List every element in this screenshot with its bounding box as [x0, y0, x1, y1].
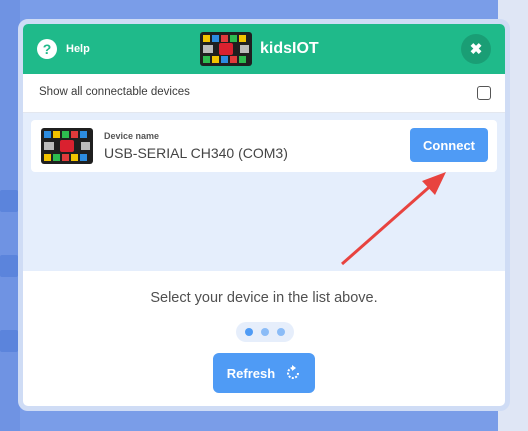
modal-title-group: kidsIOT	[200, 32, 319, 66]
show-all-devices-checkbox[interactable]	[477, 86, 491, 100]
connection-modal: ? Help kidsIOT ✖ Show all connectable de…	[18, 19, 510, 411]
instruction-text: Select your device in the list above.	[150, 290, 378, 306]
device-list: Device name USB-SERIAL CH340 (COM3) Conn…	[23, 113, 505, 271]
close-button[interactable]: ✖	[461, 34, 491, 64]
device-filter-bar: Show all connectable devices	[23, 74, 505, 113]
device-board-icon	[41, 128, 93, 164]
connect-button[interactable]: Connect	[410, 128, 488, 162]
help-icon: ?	[37, 39, 57, 59]
device-name-label: Device name	[104, 131, 160, 141]
progress-dot	[261, 328, 269, 336]
refresh-label: Refresh	[226, 365, 276, 381]
refresh-icon	[287, 365, 300, 379]
kidsiot-board-icon	[200, 32, 252, 66]
refresh-button[interactable]: Refresh	[213, 353, 315, 393]
device-list-item: Device name USB-SERIAL CH340 (COM3) Conn…	[31, 120, 497, 172]
background-block	[0, 330, 18, 352]
help-label: Help	[66, 43, 90, 55]
modal-title: kidsIOT	[260, 40, 319, 57]
device-name: USB-SERIAL CH340 (COM3)	[104, 145, 288, 161]
modal-header: ? Help kidsIOT ✖	[23, 24, 505, 74]
progress-dot	[277, 328, 285, 336]
help-button[interactable]: ? Help	[37, 39, 90, 59]
close-icon: ✖	[469, 41, 483, 58]
background-block	[0, 190, 18, 212]
progress-dot-active	[245, 328, 253, 336]
progress-dots	[236, 322, 294, 342]
show-all-devices-label: Show all connectable devices	[39, 86, 190, 98]
background-block-palette	[0, 0, 20, 431]
background-block	[0, 255, 18, 277]
